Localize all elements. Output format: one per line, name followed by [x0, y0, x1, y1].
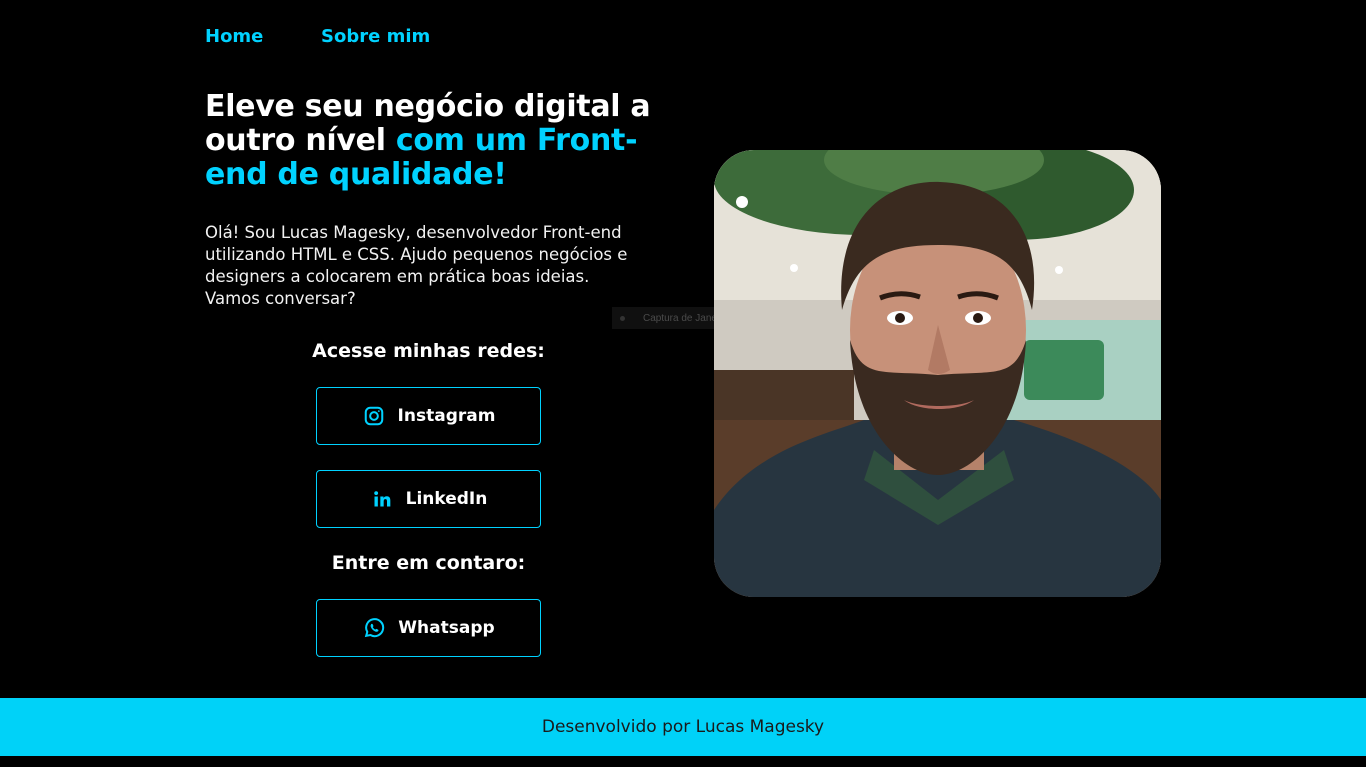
linkedin-icon: [370, 487, 394, 511]
tooltip-dot-icon: [620, 315, 625, 321]
bottom-strip: [0, 756, 1366, 767]
contact-section-title: Entre em contaro:: [331, 552, 526, 574]
profile-photo: [714, 150, 1161, 597]
instagram-button[interactable]: Instagram: [316, 387, 541, 445]
intro-paragraph: Olá! Sou Lucas Magesky, desenvolvedor Fr…: [205, 223, 628, 308]
whatsapp-icon: [362, 616, 386, 640]
linkedin-label: LinkedIn: [405, 489, 488, 509]
linkedin-button[interactable]: LinkedIn: [316, 470, 541, 528]
instagram-label: Instagram: [397, 406, 496, 426]
whatsapp-label: Whatsapp: [398, 618, 495, 638]
profile-photo-illustration: [714, 150, 1161, 597]
top-nav: Home Sobre mim: [205, 26, 430, 47]
instagram-icon: [362, 404, 386, 428]
hero-headline: Eleve seu negócio digital a outro nível …: [205, 90, 675, 192]
social-section-title: Acesse minhas redes:: [312, 340, 545, 362]
page: Home Sobre mim Eleve seu negócio digital…: [0, 0, 1366, 767]
nav-about-link[interactable]: Sobre mim: [321, 26, 430, 47]
capture-tooltip-label: Captura de Janela: [643, 312, 725, 324]
whatsapp-button[interactable]: Whatsapp: [316, 599, 541, 657]
nav-home-link[interactable]: Home: [205, 26, 321, 47]
footer: Desenvolvido por Lucas Magesky: [0, 698, 1366, 756]
footer-credit: Desenvolvido por Lucas Magesky: [541, 717, 825, 737]
